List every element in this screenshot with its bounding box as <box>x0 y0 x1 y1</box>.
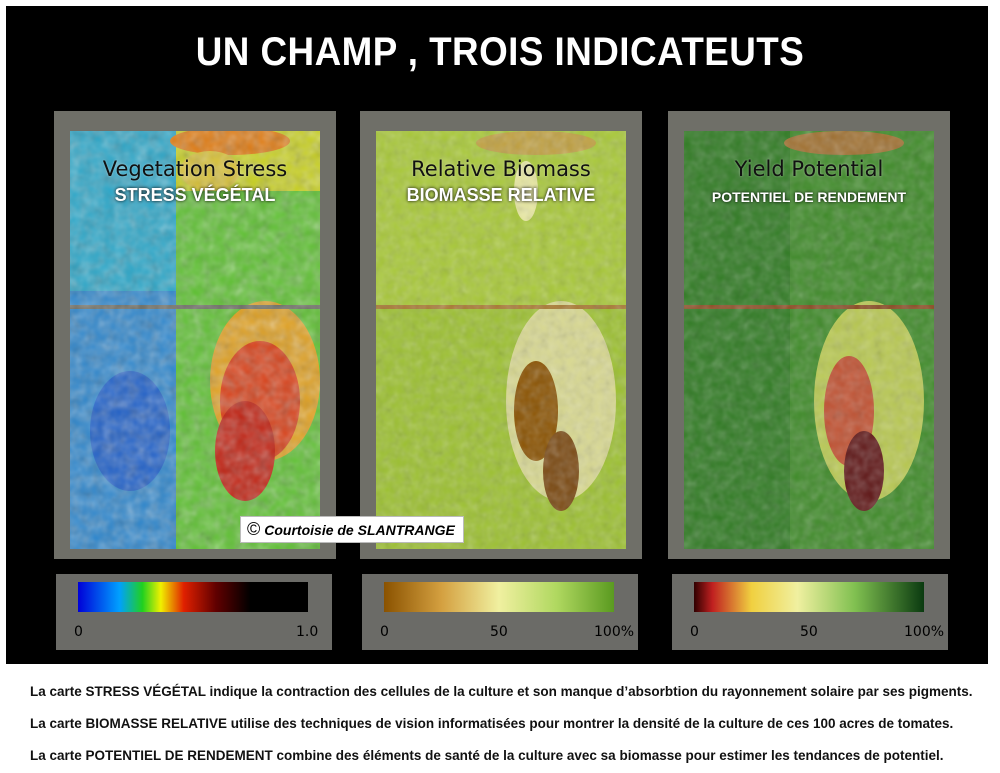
credit-text: Courtoisie de SLANTRANGE <box>264 522 455 538</box>
scale-tick: 0 <box>74 624 83 640</box>
legend-stress: 0 1.0 <box>56 574 332 650</box>
description-stress: La carte STRESS VÉGÉTAL indique la contr… <box>30 684 973 699</box>
scale-tick: 50 <box>800 624 818 640</box>
scale-tick: 50 <box>490 624 508 640</box>
panel-label-en: Yield Potential <box>734 157 884 181</box>
scale-tick: 100% <box>904 624 945 640</box>
panel-label-fr: POTENTIEL DE RENDEMENT <box>711 189 907 205</box>
scale-tick: 0 <box>380 624 389 640</box>
description-yield: La carte POTENTIEL DE RENDEMENT combine … <box>30 748 944 763</box>
color-scale-bar <box>384 582 614 612</box>
yield-map: Yield Potential POTENTIEL DE RENDEMENT <box>684 131 934 549</box>
panel-relative-biomass: Relative Biomass BIOMASSE RELATIVE <box>360 111 642 559</box>
panel-vegetation-stress: Vegetation Stress STRESS VÉGÉTAL <box>54 111 336 559</box>
scale-tick: 1.0 <box>296 624 319 640</box>
legend-yield: 0 50 100% <box>672 574 948 650</box>
legend-biomass: 0 50 100% <box>362 574 638 650</box>
biomass-map: Relative Biomass BIOMASSE RELATIVE <box>376 131 626 549</box>
description-biomass: La carte BIOMASSE RELATIVE utilise des t… <box>30 716 954 731</box>
panel-yield-potential: Yield Potential POTENTIEL DE RENDEMENT <box>668 111 950 559</box>
color-scale-bar <box>694 582 924 612</box>
panel-label-fr: STRESS VÉGÉTAL <box>114 185 276 205</box>
panel-label-en: Vegetation Stress <box>102 157 288 181</box>
page-title: UN CHAMP , TROIS INDICATEUTS <box>195 30 805 74</box>
copyright-symbol: © <box>247 519 261 539</box>
panel-label-fr: BIOMASSE RELATIVE <box>406 185 596 205</box>
panel-label-en: Relative Biomass <box>411 157 591 181</box>
scale-tick: 100% <box>594 624 635 640</box>
credit-label: © Courtoisie de SLANTRANGE <box>240 516 464 543</box>
scale-tick: 0 <box>690 624 699 640</box>
stress-map: Vegetation Stress STRESS VÉGÉTAL <box>70 131 320 549</box>
color-scale-bar <box>78 582 308 612</box>
